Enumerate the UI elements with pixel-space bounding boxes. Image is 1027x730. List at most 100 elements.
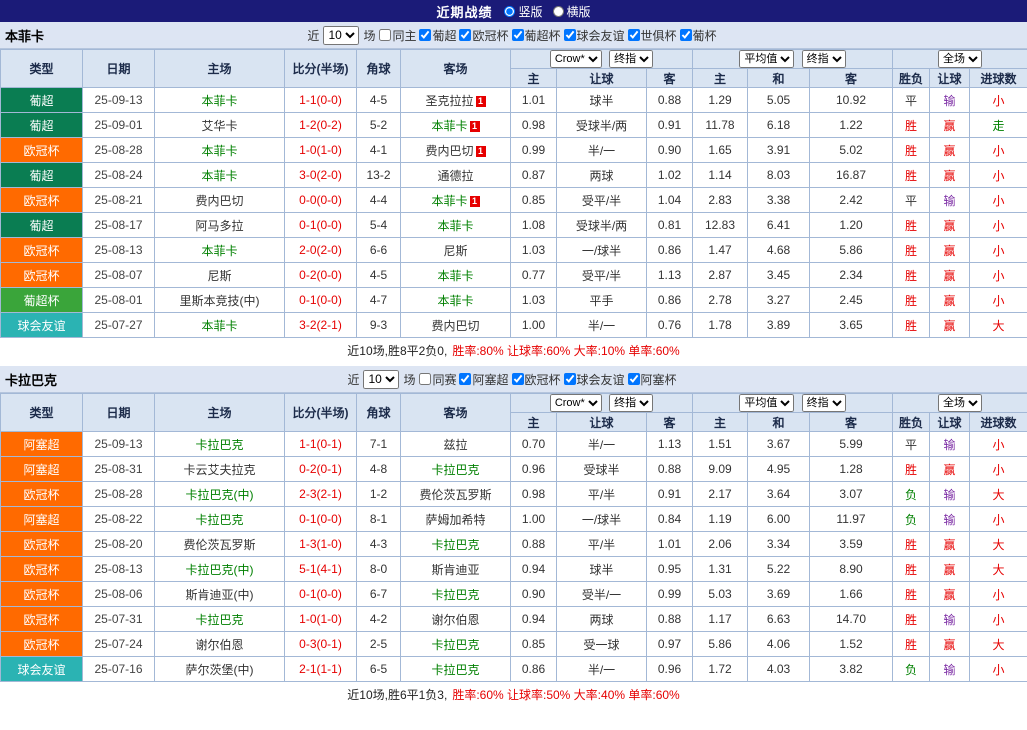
team-name: 尼斯 (443, 244, 467, 258)
filter-checkbox-input[interactable] (564, 29, 576, 41)
filter-checkbox[interactable]: 葡超杯 (512, 27, 561, 44)
ah-away-odds: 0.96 (647, 657, 693, 682)
handicap-outcome: 赢 (930, 288, 970, 313)
filter-checkbox-input[interactable] (459, 29, 471, 41)
handicap-outcome: 赢 (930, 238, 970, 263)
filter-checkbox-input[interactable] (459, 373, 471, 385)
ah-away-odds: 1.13 (647, 432, 693, 457)
filter-checkbox[interactable]: 欧冠杯 (459, 27, 508, 44)
full-match-select[interactable]: 全场 (938, 50, 982, 68)
match-score: 0-2(0-1) (285, 457, 357, 482)
team-name: 本菲卡 (437, 219, 473, 233)
ah-odds-controls: Crow* 终指 (511, 50, 693, 69)
eu-source-select[interactable]: 平均值 (739, 394, 794, 412)
goals-outcome: 小 (970, 607, 1027, 632)
eu-final-select[interactable]: 终指 (802, 50, 846, 68)
match-date: 25-08-17 (83, 213, 155, 238)
match-type: 葡超 (1, 163, 83, 188)
eu-away-odds: 14.70 (810, 607, 893, 632)
ah-home-odds: 1.01 (511, 88, 557, 113)
match-date: 25-08-31 (83, 457, 155, 482)
ah-final-select[interactable]: 终指 (609, 394, 653, 412)
filter-checkbox-input[interactable] (628, 373, 640, 385)
filter-checkbox-input[interactable] (512, 373, 524, 385)
team-name-heading: 本菲卡 (5, 22, 44, 48)
filter-checkbox[interactable]: 葡杯 (680, 27, 717, 44)
team-name: 卡拉巴克 (431, 463, 479, 477)
layout-radio-vertical[interactable]: 竖版 (504, 3, 542, 20)
team-name-heading: 卡拉巴克 (5, 366, 57, 392)
corner-score: 4-8 (357, 457, 401, 482)
team-name: 本菲卡 (431, 194, 467, 208)
filter-checkbox-input[interactable] (680, 29, 692, 41)
col-score: 比分(半场) (285, 50, 357, 88)
handicap-outcome: 赢 (930, 582, 970, 607)
filter-checkbox[interactable]: 葡超 (419, 27, 456, 44)
filter-checkbox[interactable]: 阿塞超 (459, 371, 508, 388)
eu-source-select[interactable]: 平均值 (739, 50, 794, 68)
handicap-outcome: 赢 (930, 213, 970, 238)
layout-radio-input[interactable] (504, 6, 515, 17)
filter-checkbox[interactable]: 同主 (379, 27, 416, 44)
ah-home-odds: 0.86 (511, 657, 557, 682)
team-name: 本菲卡 (437, 294, 473, 308)
handicap-outcome: 赢 (930, 138, 970, 163)
corner-score: 4-2 (357, 607, 401, 632)
filter-checkbox[interactable]: 欧冠杯 (512, 371, 561, 388)
away-team: 本菲卡1 (401, 188, 511, 213)
eu-draw-odds: 3.91 (748, 138, 810, 163)
ah-source-select[interactable]: Crow* (550, 394, 602, 412)
home-team: 卡拉巴克(中) (155, 482, 285, 507)
filter-checkbox[interactable]: 球会友谊 (564, 27, 625, 44)
handicap-outcome: 输 (930, 482, 970, 507)
match-row: 欧冠杯25-08-07尼斯0-2(0-0)4-5本菲卡0.77受平/半1.132… (1, 263, 1027, 288)
filter-checkbox-input[interactable] (379, 29, 391, 41)
match-score: 5-1(4-1) (285, 557, 357, 582)
layout-radio-input[interactable] (553, 6, 564, 17)
filter-checkbox-input[interactable] (564, 373, 576, 385)
results-table: 类型 日期 主场 比分(半场) 角球 客场 Crow* 终指 平均值 终指 全场 (0, 393, 1027, 682)
match-type: 欧冠杯 (1, 532, 83, 557)
ah-line: 球半 (557, 557, 647, 582)
eu-final-select[interactable]: 终指 (802, 394, 846, 412)
team-name: 本菲卡 (201, 319, 237, 333)
match-score: 1-1(0-1) (285, 432, 357, 457)
filter-checkbox-input[interactable] (628, 29, 640, 41)
match-row: 欧冠杯25-08-28卡拉巴克(中)2-3(2-1)1-2费伦茨瓦罗斯0.98平… (1, 482, 1027, 507)
layout-radio-horizontal[interactable]: 横版 (553, 3, 591, 20)
ah-line: 受球半 (557, 457, 647, 482)
filter-checkbox-input[interactable] (419, 29, 431, 41)
match-type: 欧冠杯 (1, 138, 83, 163)
handicap-outcome: 赢 (930, 532, 970, 557)
match-score: 0-1(0-0) (285, 507, 357, 532)
match-row: 欧冠杯25-08-21费内巴切0-0(0-0)4-4本菲卡10.85受平/半1.… (1, 188, 1027, 213)
eu-home-odds: 1.19 (693, 507, 748, 532)
col-away: 客场 (401, 394, 511, 432)
match-count-select[interactable]: 10 (323, 26, 359, 45)
filter-checkbox[interactable]: 世俱杯 (628, 27, 677, 44)
filter-checkbox[interactable]: 阿塞杯 (628, 371, 677, 388)
eu-home-odds: 1.29 (693, 88, 748, 113)
ah-away-odds: 0.99 (647, 582, 693, 607)
ah-line: 半/一 (557, 432, 647, 457)
ah-odds-controls: Crow* 终指 (511, 394, 693, 413)
filter-checkbox[interactable]: 同赛 (419, 371, 456, 388)
ah-source-select[interactable]: Crow* (550, 50, 602, 68)
eu-away-odds: 1.28 (810, 457, 893, 482)
eu-home-odds: 2.78 (693, 288, 748, 313)
filter-checkboxes: 同主葡超欧冠杯葡超杯球会友谊世俱杯葡杯 (379, 27, 719, 44)
match-count-select[interactable]: 10 (363, 370, 399, 389)
team-name: 卡拉巴克 (195, 438, 243, 452)
corner-score: 13-2 (357, 163, 401, 188)
eu-away-odds: 1.66 (810, 582, 893, 607)
away-team: 卡拉巴克 (401, 457, 511, 482)
corner-score: 8-1 (357, 507, 401, 532)
eu-draw-odds: 3.27 (748, 288, 810, 313)
filter-checkbox[interactable]: 球会友谊 (564, 371, 625, 388)
filter-checkbox-input[interactable] (512, 29, 524, 41)
goals-outcome: 小 (970, 163, 1027, 188)
corner-score: 2-5 (357, 632, 401, 657)
ah-final-select[interactable]: 终指 (609, 50, 653, 68)
filter-checkbox-input[interactable] (419, 373, 431, 385)
full-match-select[interactable]: 全场 (938, 394, 982, 412)
